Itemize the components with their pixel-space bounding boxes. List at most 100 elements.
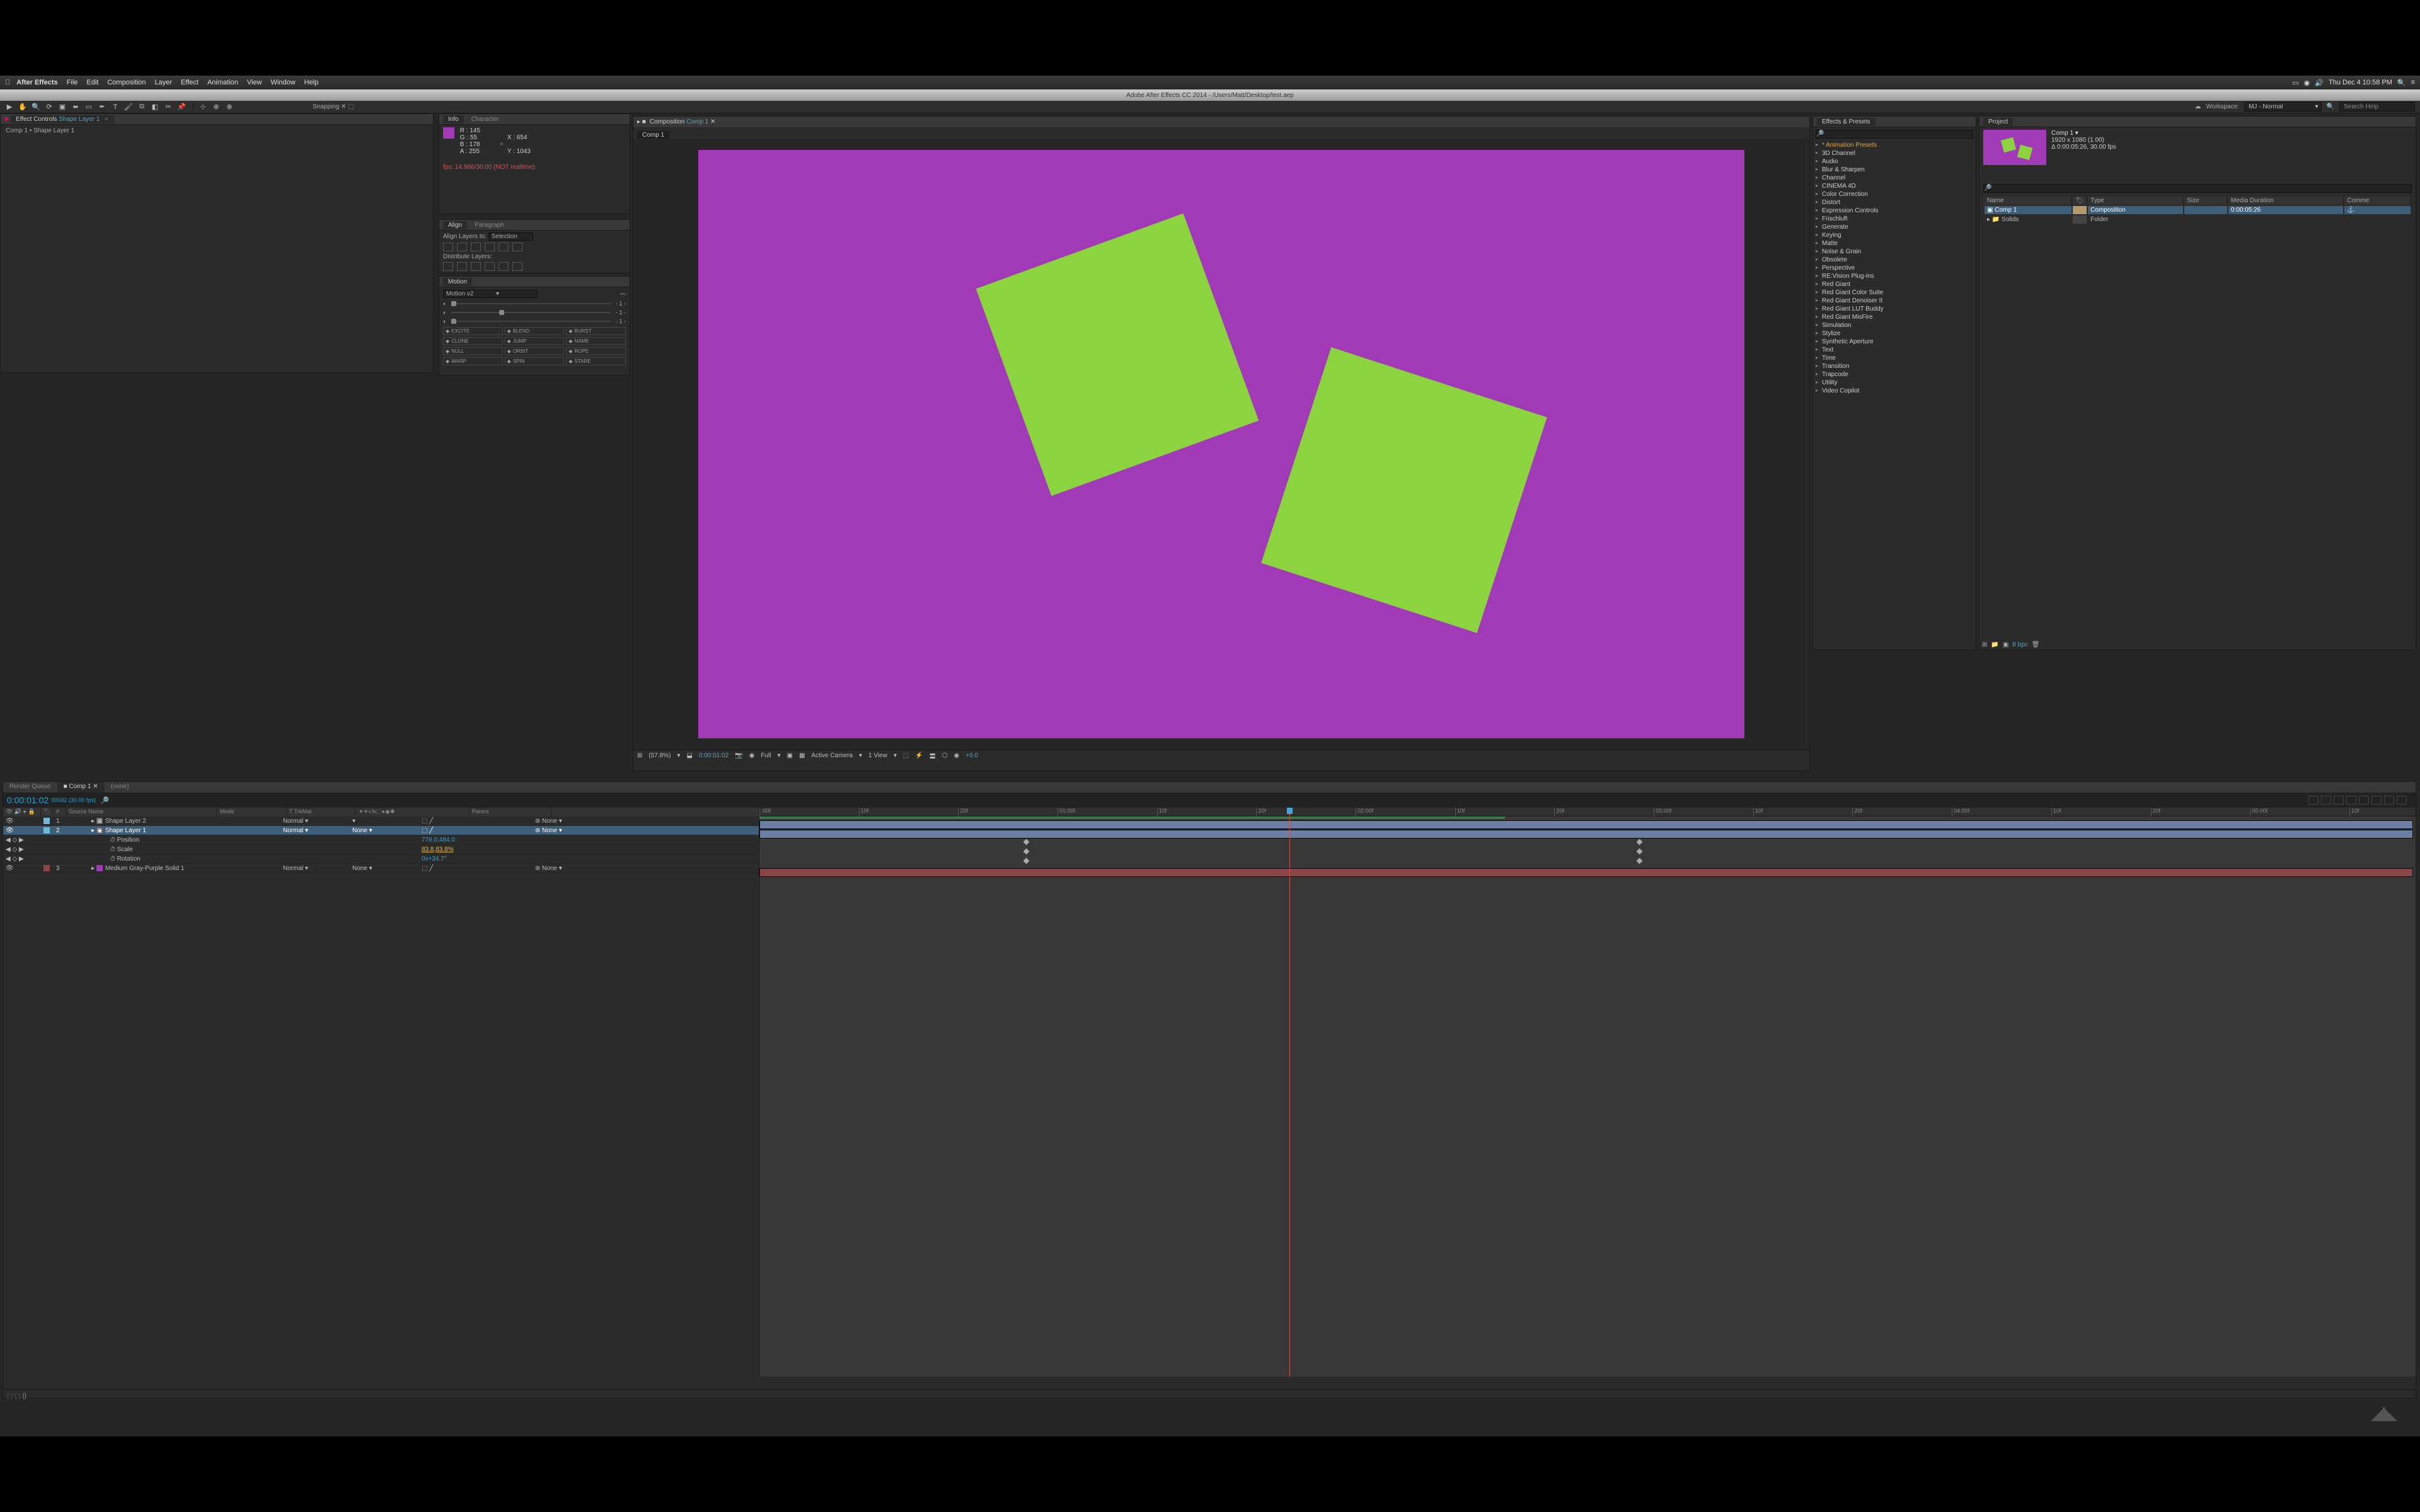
shy-button[interactable] [2334,796,2344,805]
property-row-rotation[interactable]: ◀ ◇ ▶⏱ Rotation0x+34.7° [3,854,759,864]
menu-window[interactable]: Window [271,79,296,86]
align-left-icon[interactable] [443,243,453,251]
graph-editor-button[interactable] [2371,796,2382,805]
effects-category[interactable]: Noise & Grain [1816,248,1973,256]
axis-view-icon[interactable]: ⊗ [224,102,235,112]
scale-keyframe-2[interactable] [1636,849,1642,855]
project-col-comment[interactable]: Comme [2344,197,2411,205]
status-battery-icon[interactable]: ▭ [2292,79,2298,87]
slider-1[interactable] [451,303,611,304]
dist-top-icon[interactable] [485,262,495,271]
effects-category[interactable]: Synthetic Aperture [1816,338,1973,346]
keyframe-track-rotation[interactable] [759,859,2416,868]
viewer-timecode[interactable]: 0:00:01:02 [699,752,729,759]
project-col-type[interactable]: Type [2088,197,2183,205]
menu-help[interactable]: Help [304,79,319,86]
menu-composition[interactable]: Composition [107,79,146,86]
dist-left-icon[interactable] [443,262,453,271]
project-col-size[interactable]: Size [2184,197,2227,205]
effects-presets-tab[interactable]: Effects & Presets [1817,118,1876,126]
effects-category[interactable]: * Animation Presets [1816,141,1973,149]
effects-category[interactable]: Red Giant Color Suite [1816,289,1973,297]
align-bottom-icon[interactable] [512,243,522,251]
effects-category[interactable]: Distort [1816,198,1973,207]
layer-bar-shape-layer-2[interactable] [759,820,2413,829]
snapshot-icon[interactable]: 📷 [735,752,742,759]
motion-null-button[interactable]: ◆NULL [443,347,503,355]
spotlight-icon[interactable]: 🔍 [2397,79,2406,87]
exposure-reset-icon[interactable]: ◉ [954,752,960,759]
timeline-tab-comp1[interactable]: ■ Comp 1 ✕ [57,782,105,793]
menubar-clock[interactable]: Thu Dec 4 10:58 PM [2329,79,2392,86]
effects-category[interactable]: Frischluft [1816,215,1973,223]
property-row-scale[interactable]: ◀ ◇ ▶⏱ Scale83.8,83.8% [3,845,759,854]
align-vcenter-icon[interactable] [498,243,509,251]
effects-category[interactable]: Simulation [1816,321,1973,329]
project-col-duration[interactable]: Media Duration [2228,197,2344,205]
timeline-tab-render-queue[interactable]: Render Queue [3,782,57,793]
snapping-toggle[interactable]: Snapping ✕ ⬚ [313,103,354,110]
puppet-tool-icon[interactable]: 📌 [176,102,187,112]
comp-flowchart-button[interactable] [2308,796,2319,805]
motion-jump-button[interactable]: ◆JUMP [505,337,565,345]
flowchart-icon[interactable]: ⬡ [942,752,948,759]
effect-controls-tab[interactable]: Effect Controls Shape Layer 1 ✕ [11,115,114,123]
composition-viewer[interactable] [633,139,1809,750]
menu-view[interactable]: View [247,79,262,86]
effects-category[interactable]: Keying [1816,231,1973,239]
selection-tool-icon[interactable]: ▶ [4,102,15,112]
dist-vcenter-icon[interactable] [498,262,509,271]
position-keyframe-2[interactable] [1636,839,1642,845]
menu-edit[interactable]: Edit [86,79,98,86]
effects-category[interactable]: Matte [1816,239,1973,248]
effects-category[interactable]: 3D Channel [1816,149,1973,158]
status-wifi-icon[interactable]: ◉ [2304,79,2310,87]
roto-tool-icon[interactable]: ✂ [163,102,174,112]
paragraph-tab[interactable]: Paragraph [470,221,509,229]
shape-layer-2-shape[interactable] [976,214,1259,496]
transparency-grid-icon[interactable]: ▦ [799,752,805,759]
slider-3[interactable] [451,321,611,322]
slider-2[interactable] [451,312,611,313]
frame-blend-button[interactable] [2346,796,2356,805]
menu-effect[interactable]: Effect [181,79,199,86]
current-time-indicator[interactable] [1289,808,1290,1377]
res-icon[interactable]: ⬓ [686,752,692,759]
zoom-tool-icon[interactable]: 🔍 [30,102,42,112]
roi-icon[interactable]: ▣ [787,752,793,759]
panel-close-icon[interactable]: ■ [4,116,8,123]
motion-orbit-button[interactable]: ◆ORBIT [505,347,565,355]
effects-category[interactable]: Video Copilot [1816,387,1973,395]
shape-tool-icon[interactable]: ▭ [83,102,95,112]
menu-layer[interactable]: Layer [155,79,173,86]
motion-tab[interactable]: Motion [443,278,472,286]
motion-blur-button[interactable] [2359,796,2369,805]
dist-bottom-icon[interactable] [512,262,522,271]
effects-category[interactable]: Obsolete [1816,256,1973,264]
effects-category[interactable]: Transition [1816,362,1973,370]
info-tab[interactable]: Info [443,115,464,123]
motion-excite-button[interactable]: ◆EXCITE [443,327,503,335]
project-tab[interactable]: Project [1983,118,2013,126]
rotation-keyframe-2[interactable] [1636,858,1642,864]
align-right-icon[interactable] [471,243,481,251]
camera-dropdown[interactable]: Active Camera [811,752,853,759]
keyframe-track-scale[interactable] [759,849,2416,859]
layer-row-shape-layer-1[interactable]: 👁2▸ ★Shape Layer 1Normal ▾None ▾⬚ ╱⊚ Non… [3,826,759,835]
effects-category[interactable]: Red Giant Denoiser II [1816,297,1973,305]
views-dropdown[interactable]: 1 View [868,752,887,759]
new-folder-icon[interactable]: 📁 [1991,641,1998,648]
pen-tool-icon[interactable]: ✒ [96,102,108,112]
effects-category[interactable]: Utility [1816,379,1973,387]
project-row-solids[interactable]: ▸ 📁 Solids Folder [1985,215,2411,224]
project-item-name[interactable]: Comp 1 ▾ [2051,130,2116,137]
camera-tool-icon[interactable]: ▣ [57,102,68,112]
project-bpc[interactable]: 8 bpc [2012,641,2027,648]
effects-category[interactable]: RE:Vision Plug-ins [1816,272,1973,280]
comp-panel-comp-name[interactable]: Comp 1 [686,118,708,125]
motion-preset-dropdown[interactable]: Motion v2▾ [443,290,538,298]
motion-stare-button[interactable]: ◆STARE [566,357,626,365]
motion-blend-button[interactable]: ◆BLEND [505,327,565,335]
dist-hcenter-icon[interactable] [457,262,467,271]
status-volume-icon[interactable]: 🔊 [2315,79,2324,87]
